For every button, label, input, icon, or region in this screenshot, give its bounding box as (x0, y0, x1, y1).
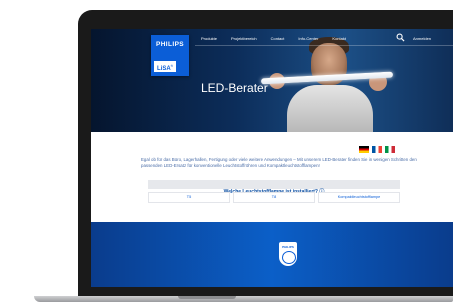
option-kompaktleuchtstofflampe[interactable]: Kompaktleuchtstofflampe (318, 192, 400, 203)
hero-title: LED-Berater (201, 81, 268, 95)
option-t8[interactable]: T8 (233, 192, 315, 203)
nav-item-contact[interactable]: Contact (271, 36, 285, 41)
french-flag-icon[interactable] (372, 146, 382, 153)
philips-logo[interactable]: PHILIPS LiSA® (151, 35, 189, 76)
browser-screen: PHILIPS LiSA® Produkte Projektbereich Co… (91, 29, 453, 287)
nav-item-kontakt[interactable]: Kontakt (332, 36, 346, 41)
product-name: LiSA (157, 66, 171, 72)
laptop-base (34, 296, 453, 302)
hero-person-body (287, 85, 373, 132)
footer-band (91, 222, 453, 287)
option-t5[interactable]: T5 (148, 192, 230, 203)
laptop-notch (178, 296, 236, 299)
brand-name: PHILIPS (155, 41, 185, 48)
nav-divider (195, 45, 453, 46)
hero-banner: PHILIPS LiSA® Produkte Projektbereich Co… (91, 29, 453, 132)
search-icon[interactable] (396, 33, 405, 42)
german-flag-icon[interactable] (359, 146, 369, 153)
nav-item-projektbereich[interactable]: Projektbereich (231, 36, 257, 41)
italian-flag-icon[interactable] (385, 146, 395, 153)
main-nav: Produkte Projektbereich Contact Info-Cen… (201, 36, 346, 41)
shield-brand: PHILIPS (282, 245, 294, 249)
registered-mark: ® (170, 64, 173, 68)
shield-waves (282, 251, 296, 264)
nav-item-produkte[interactable]: Produkte (201, 36, 217, 41)
nav-item-info-center[interactable]: Info-Center (298, 36, 318, 41)
login-link[interactable]: Anmelden (413, 36, 431, 41)
language-switcher (359, 146, 395, 153)
product-logo: LiSA® (154, 61, 176, 72)
intro-text: Egal ob für das Büro, Lagerhallen, Ferti… (141, 157, 417, 168)
philips-shield-icon: PHILIPS (279, 242, 297, 266)
lamp-options: T5 T8 Kompaktleuchtstofflampe (148, 192, 400, 203)
question-header: Welche Leuchtstofflampe ist installiert?… (148, 180, 400, 195)
